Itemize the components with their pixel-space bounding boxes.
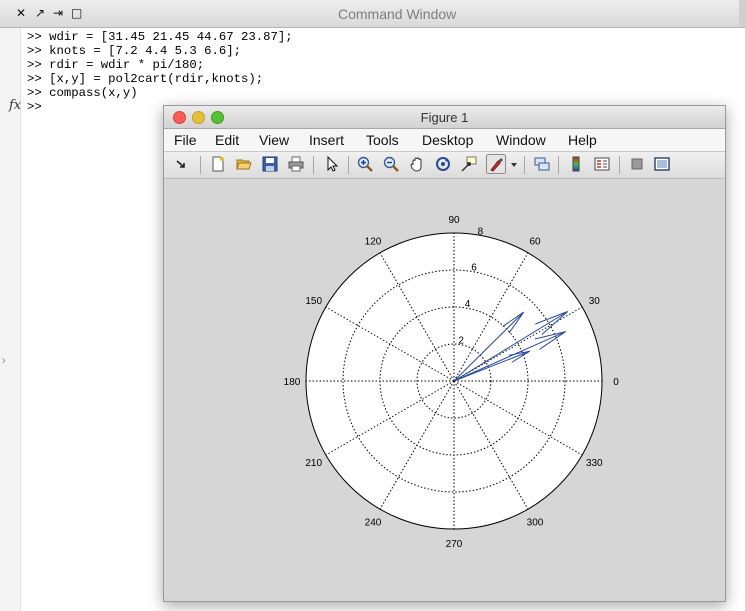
figure-title: Figure 1	[420, 110, 469, 125]
angle-tick-label: 60	[529, 237, 541, 248]
toolbar-separator	[200, 156, 201, 174]
legend-icon[interactable]	[594, 156, 610, 172]
menu-edit[interactable]: Edit	[215, 132, 239, 148]
command-line: >> wdir = [31.45 21.45 44.67 23.87];	[27, 30, 293, 44]
command-window-margin	[0, 28, 21, 611]
menu-view[interactable]: View	[259, 132, 289, 148]
command-history[interactable]: >> wdir = [31.45 21.45 44.67 23.87]; >> …	[27, 30, 293, 114]
undock-icon[interactable]: ↗	[35, 6, 45, 20]
command-line: >> [x,y] = pol2cart(rdir,knots);	[27, 72, 264, 86]
angle-tick-label: 120	[365, 237, 382, 248]
toolbar-separator	[313, 156, 314, 174]
splitter-handle-icon[interactable]: ›	[2, 355, 6, 367]
hide-plot-tools-icon[interactable]	[629, 156, 645, 172]
dock-arrow-icon[interactable]	[173, 156, 189, 172]
radial-tick-label: 2	[458, 336, 464, 347]
print-icon[interactable]	[288, 156, 304, 172]
menu-help[interactable]: Help	[568, 132, 597, 148]
new-figure-icon[interactable]	[210, 156, 226, 172]
angle-tick-label: 30	[589, 296, 601, 307]
pointer-icon[interactable]	[324, 156, 340, 172]
command-line: >> rdir = wdir * pi/180;	[27, 58, 205, 72]
angle-tick-label: 210	[305, 458, 322, 469]
polar-axes: 2 4 6 8 0 30 60 90 120 150 180 210 240 270 300 330	[284, 215, 620, 550]
angle-tick-label: 180	[284, 377, 301, 388]
radial-tick-label: 8	[478, 226, 484, 237]
toolbar-separator	[524, 156, 525, 174]
command-window-title: Command Window	[338, 6, 457, 22]
figure-titlebar[interactable]: Figure 1	[164, 106, 725, 129]
angle-tick-label: 0	[613, 377, 619, 388]
command-line: >> compass(x,y)	[27, 86, 138, 100]
figure-menubar: File Edit View Insert Tools Desktop Wind…	[164, 129, 725, 152]
angle-tick-label: 240	[365, 517, 382, 528]
link-plot-icon[interactable]	[534, 156, 550, 172]
angle-tick-label: 300	[527, 517, 544, 528]
toolbar-separator	[558, 156, 559, 174]
resize-grip[interactable]	[739, 0, 745, 27]
close-icon[interactable]: ✕	[16, 6, 26, 20]
compass-plot[interactable]: 2 4 6 8 0 30 60 90 120 150 180 210 240 270 300 330	[164, 179, 725, 600]
brush-dropdown-icon[interactable]	[510, 156, 518, 172]
rotate-3d-icon[interactable]	[435, 156, 451, 172]
command-window-titlebar: ✕ ↗ ⇥ □ Command Window	[0, 0, 745, 28]
show-plot-tools-icon[interactable]	[654, 156, 670, 172]
figure-window: Figure 1 File Edit View Insert Tools Des…	[163, 105, 726, 602]
maximize-icon[interactable]: □	[71, 6, 82, 20]
command-line: >> knots = [7.2 4.4 5.3 6.6];	[27, 44, 242, 58]
menu-insert[interactable]: Insert	[309, 132, 344, 148]
radial-tick-label: 6	[471, 263, 477, 274]
radial-tick-label: 4	[465, 299, 471, 310]
angle-tick-label: 90	[448, 215, 460, 226]
data-cursor-icon[interactable]	[461, 156, 477, 172]
menu-window[interactable]: Window	[496, 132, 546, 148]
pan-icon[interactable]	[409, 156, 425, 172]
menu-file[interactable]: File	[174, 132, 197, 148]
angle-tick-label: 270	[446, 539, 463, 550]
angle-tick-label: 330	[586, 458, 603, 469]
brush-icon[interactable]	[486, 154, 506, 174]
dock-icon[interactable]: ⇥	[53, 6, 63, 20]
zoom-in-icon[interactable]	[357, 156, 373, 172]
toolbar-separator	[619, 156, 620, 174]
zoom-out-icon[interactable]	[383, 156, 399, 172]
menu-tools[interactable]: Tools	[366, 132, 399, 148]
save-icon[interactable]	[262, 156, 278, 172]
function-browser-icon[interactable]: fx	[9, 98, 21, 113]
menu-desktop[interactable]: Desktop	[422, 132, 473, 148]
colorbar-icon[interactable]	[568, 156, 584, 172]
open-file-icon[interactable]	[236, 156, 252, 172]
angle-tick-label: 150	[305, 296, 322, 307]
toolbar-separator	[348, 156, 349, 174]
figure-toolbar	[164, 152, 725, 179]
